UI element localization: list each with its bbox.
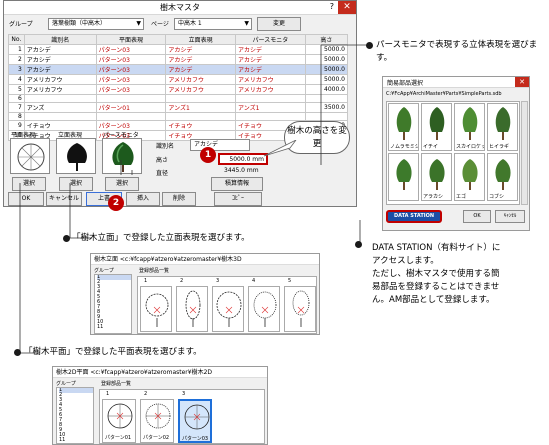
datastation-logo-text: DATA STATION xyxy=(393,213,435,219)
tree-thumbnail-icon xyxy=(429,159,445,190)
simple-part-item[interactable]: スカイロケット xyxy=(454,103,485,151)
simple-parts-path: C:¥FcApp¥ArchiMaster¥Parts¥SimpleParts.s… xyxy=(386,91,502,97)
simple-part-item[interactable]: エゴ xyxy=(454,153,485,201)
elevation-group-label: グループ xyxy=(94,268,114,274)
datastation-line-5: ん。AM部品として登録します。 xyxy=(372,295,495,305)
simple-parts-grid: ノムラモミジイチイスカイロケットヒイラギアラカシアラカシエゴコブシ xyxy=(386,101,520,205)
plan-part-item[interactable]: パターン03 xyxy=(178,399,212,443)
plan-tree-icon xyxy=(107,403,133,429)
simple-parts-title: 簡易部品選択 xyxy=(387,79,424,87)
group-list-item[interactable]: 11 xyxy=(97,325,131,330)
simple-part-label: エゴ xyxy=(456,194,467,200)
plan-index-label: 1 xyxy=(106,391,110,397)
callout-dot-plan xyxy=(14,349,21,356)
simple-part-item[interactable]: アラカシ xyxy=(421,153,452,201)
plan-group-list[interactable]: 1 2 3 4 5 6 7 8 9 10 11 xyxy=(56,387,94,444)
simple-part-item[interactable]: コブシ xyxy=(487,153,518,201)
elevation-title: 樹木立面 <c:¥fcapp¥atzero¥atzeromaster¥樹木3D xyxy=(91,254,319,265)
simple-part-label: コブシ xyxy=(489,194,505,200)
simple-part-item[interactable]: イチイ xyxy=(421,103,452,151)
plan-parts-grid: 1 パターン01 2 パターン02 3 パターン03 xyxy=(99,389,265,444)
elevation-part-item[interactable] xyxy=(176,286,208,332)
plan-callout: 「樹木平面」で登録した平面表現を選びます。 xyxy=(24,346,202,359)
plan-callout-text: 「樹木平面」で登録した平面表現を選びます。 xyxy=(24,347,202,357)
elevation-index-label: 2 xyxy=(180,278,184,284)
tree-thumbnail-icon xyxy=(495,159,511,190)
elevation-dialog: 樹木立面 <c:¥fcapp¥atzero¥atzeromaster¥樹木3D … xyxy=(90,253,320,335)
simple-parts-cancel-button[interactable]: ｷｬﾝｾﾙ xyxy=(495,210,525,223)
tree-thumbnail-icon xyxy=(396,107,412,140)
tree-thumbnail-icon xyxy=(462,159,478,190)
plan-part-label: パターン02 xyxy=(143,435,170,441)
simple-part-label: アラカシ xyxy=(423,194,444,200)
simple-parts-ok-button[interactable]: OK xyxy=(463,210,491,223)
tree-thumbnail-icon xyxy=(429,107,445,140)
elevation-index-label: 5 xyxy=(288,278,292,284)
simple-part-item[interactable]: ヒイラギ xyxy=(487,103,518,151)
simple-parts-dialog: 簡易部品選択 ✕ C:¥FcApp¥ArchiMaster¥Parts¥Simp… xyxy=(382,76,530,231)
plan-tree-icon xyxy=(145,403,171,429)
simple-part-item[interactable]: ノムラモミジ xyxy=(388,103,419,151)
plan-part-item[interactable]: パターン02 xyxy=(140,399,174,443)
callout-dot-datastation xyxy=(355,241,362,248)
elevation-index-label: 3 xyxy=(216,278,220,284)
plan-index-label: 3 xyxy=(182,391,186,397)
elevation-index-label: 4 xyxy=(252,278,256,284)
simple-parts-title-bar: 簡易部品選択 ✕ xyxy=(383,77,529,88)
elevation-tree-icon xyxy=(253,291,277,327)
simple-part-label: ノムラモミジ xyxy=(390,144,419,150)
plan-dialog: 樹木2D平面 <c:¥fcapp¥atzero¥atzeromaster¥樹木2… xyxy=(52,366,268,445)
elevation-index-label: 1 xyxy=(144,278,148,284)
plan-list-label: 登録部品一覧 xyxy=(101,381,132,387)
simple-part-label: ヒイラギ xyxy=(489,144,510,150)
callout-dot-parse xyxy=(366,42,373,49)
plan-part-item[interactable]: パターン01 xyxy=(102,399,136,443)
elevation-part-item[interactable] xyxy=(248,286,280,332)
elevation-parts-grid: 1 2 3 4 5 xyxy=(137,276,317,334)
plan-tree-icon xyxy=(184,404,210,430)
datastation-line-3: ただし、樹木マスタで使用する簡 xyxy=(372,269,500,279)
tree-thumbnail-icon xyxy=(495,107,511,140)
elevation-tree-icon xyxy=(216,291,242,327)
tree-thumbnail-icon xyxy=(396,159,412,190)
simple-part-item[interactable] xyxy=(388,153,419,201)
group-list-item[interactable]: 11 xyxy=(59,438,93,443)
datastation-line-4: 易部品を登録することはできませ xyxy=(372,282,500,292)
callout-dot-elevation xyxy=(63,235,70,242)
plan-part-label: パターン03 xyxy=(182,436,209,442)
simple-part-label: イチイ xyxy=(423,144,439,150)
datastation-line-1: DATA STATION（有料サイト）に xyxy=(372,243,501,253)
datastation-callout: DATA STATION（有料サイト）に アクセスします。 ただし、樹木マスタで… xyxy=(372,242,500,307)
parse-monitor-text: パースモニタで表現する立体表現を選びます。 xyxy=(376,40,538,63)
plan-title: 樹木2D平面 <c:¥fcapp¥atzero¥atzeromaster¥樹木2… xyxy=(53,367,267,378)
plan-group-label: グループ xyxy=(56,381,76,387)
elevation-part-item[interactable] xyxy=(284,286,316,332)
simple-parts-scrollbar[interactable] xyxy=(521,101,528,205)
elevation-tree-icon xyxy=(292,290,310,327)
parse-monitor-callout: パースモニタで表現する立体表現を選びます。 xyxy=(376,39,546,65)
elevation-tree-icon xyxy=(185,290,201,327)
elevation-callout: 「樹木立面」で登録した立面表現を選びます。 xyxy=(72,232,250,245)
tree-thumbnail-icon xyxy=(462,107,478,140)
elevation-list-label: 登録部品一覧 xyxy=(139,268,170,274)
elevation-callout-text: 「樹木立面」で登録した立面表現を選びます。 xyxy=(72,233,250,243)
simple-part-label: スカイロケット xyxy=(456,144,484,150)
plan-part-label: パターン01 xyxy=(105,435,132,441)
elevation-group-list[interactable]: 1 2 3 4 5 6 7 8 9 10 11 xyxy=(94,274,132,334)
elevation-part-item[interactable] xyxy=(140,286,172,332)
elevation-tree-icon xyxy=(145,293,169,327)
datastation-line-2: アクセスします。 xyxy=(372,256,439,266)
datastation-logo[interactable]: DATA STATION xyxy=(386,210,442,223)
plan-index-label: 2 xyxy=(144,391,148,397)
close-icon[interactable]: ✕ xyxy=(515,77,529,87)
elevation-part-item[interactable] xyxy=(212,286,244,332)
